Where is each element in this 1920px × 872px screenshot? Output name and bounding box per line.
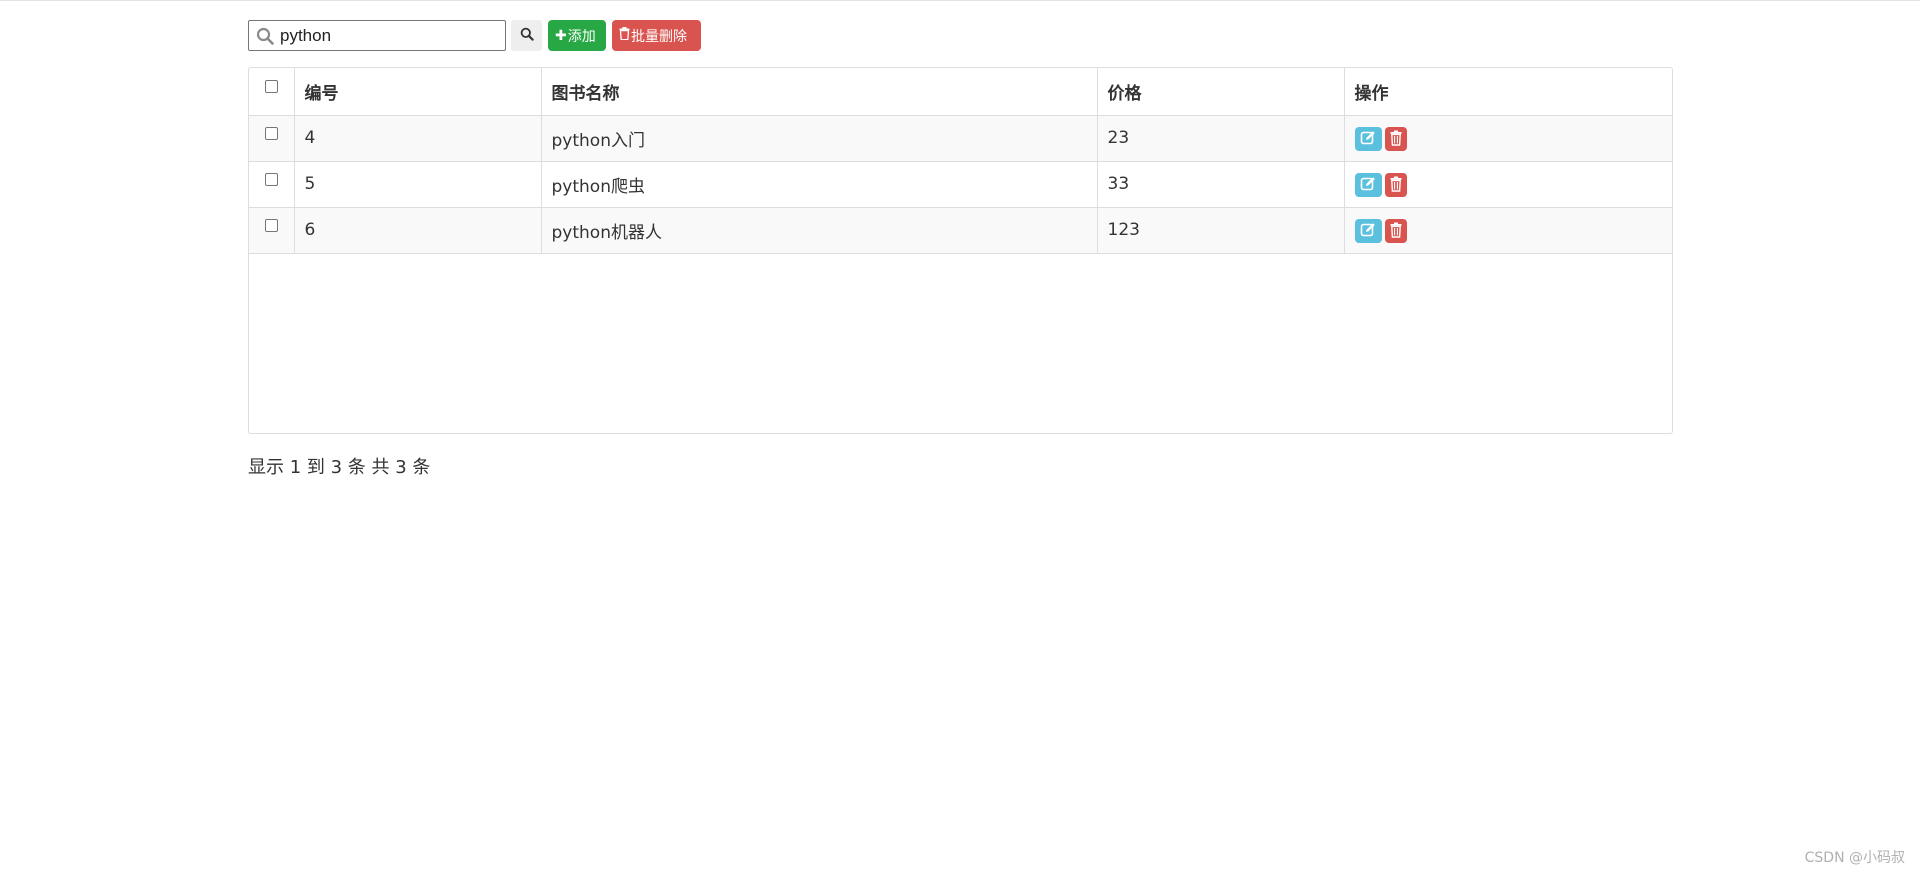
trash-icon xyxy=(1390,176,1401,192)
trash-icon xyxy=(619,27,630,44)
cell-id: 4 xyxy=(294,115,542,162)
table-row: 5 python爬虫 33 xyxy=(249,161,1672,208)
row-select-cell xyxy=(249,161,295,208)
row-checkbox[interactable] xyxy=(264,219,278,232)
header-price[interactable]: 价格 xyxy=(1097,68,1345,116)
row-select-cell xyxy=(249,115,295,162)
batch-delete-label: 批量删除 xyxy=(631,28,687,45)
cell-price: 23 xyxy=(1097,115,1345,162)
header-actions: 操作 xyxy=(1344,68,1672,116)
cell-price: 33 xyxy=(1097,161,1345,208)
edit-icon xyxy=(1360,223,1375,237)
table-header-row: 编号 图书名称 价格 操作 xyxy=(249,68,1672,116)
search-input[interactable] xyxy=(280,23,500,48)
cell-name: python入门 xyxy=(541,115,1098,162)
batch-delete-button[interactable]: 批量删除 xyxy=(612,20,701,51)
edit-button[interactable] xyxy=(1354,219,1382,243)
watermark: CSDN @小码叔 xyxy=(1804,850,1905,866)
top-border xyxy=(0,0,1920,1)
delete-button[interactable] xyxy=(1384,127,1407,151)
select-all-cell xyxy=(249,68,295,116)
edit-icon xyxy=(1360,177,1375,191)
add-button-label: 添加 xyxy=(567,28,596,45)
select-all-checkbox[interactable] xyxy=(264,80,278,94)
row-checkbox[interactable] xyxy=(264,127,278,140)
cell-actions xyxy=(1344,161,1672,208)
toolbar: ✚ 添加 批量删除 xyxy=(248,20,701,51)
header-id[interactable]: 编号 xyxy=(294,68,542,116)
cell-id: 6 xyxy=(294,207,542,254)
books-table: 编号 图书名称 价格 操作 4 python入门 23 5 python爬虫 3… xyxy=(248,67,1673,434)
row-select-cell xyxy=(249,207,295,254)
cell-id: 5 xyxy=(294,161,542,208)
edit-button[interactable] xyxy=(1354,127,1382,151)
table-row: 4 python入门 23 xyxy=(249,115,1672,162)
header-name[interactable]: 图书名称 xyxy=(541,68,1098,116)
trash-icon xyxy=(1390,130,1401,146)
add-button[interactable]: ✚ 添加 xyxy=(548,20,606,51)
search-icon xyxy=(520,26,534,45)
cell-name: python机器人 xyxy=(541,207,1098,254)
edit-icon xyxy=(1360,131,1375,145)
plus-icon: ✚ xyxy=(555,27,567,44)
pagination-summary: 显示 1 到 3 条 共 3 条 xyxy=(248,457,431,478)
search-icon xyxy=(256,27,274,45)
search-box[interactable] xyxy=(248,20,506,51)
edit-button[interactable] xyxy=(1354,173,1382,197)
cell-price: 123 xyxy=(1097,207,1345,254)
search-button[interactable] xyxy=(511,20,542,51)
delete-button[interactable] xyxy=(1384,173,1407,197)
cell-actions xyxy=(1344,207,1672,254)
table-row: 6 python机器人 123 xyxy=(249,207,1672,254)
row-checkbox[interactable] xyxy=(264,173,278,186)
cell-actions xyxy=(1344,115,1672,162)
trash-icon xyxy=(1390,222,1401,238)
cell-name: python爬虫 xyxy=(541,161,1098,208)
delete-button[interactable] xyxy=(1384,219,1407,243)
